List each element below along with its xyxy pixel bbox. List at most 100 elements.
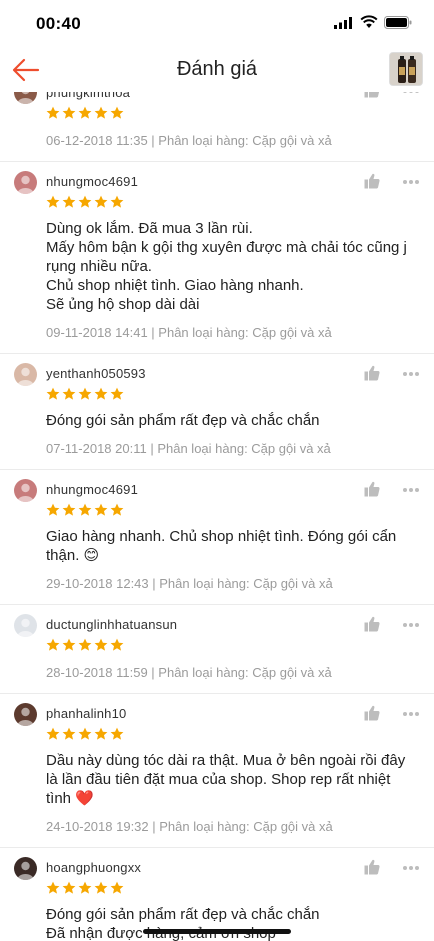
rating-stars <box>46 638 418 654</box>
avatar[interactable] <box>14 857 37 880</box>
avatar[interactable] <box>14 363 37 386</box>
rating-stars <box>46 387 418 403</box>
star-icon <box>78 503 92 516</box>
star-icon <box>78 881 92 894</box>
star-icon <box>46 195 60 208</box>
star-icon <box>62 106 76 119</box>
thumbs-up-icon[interactable] <box>364 481 380 497</box>
meta-separator: | <box>147 325 159 340</box>
review-date: 24-10-2018 19:32 <box>46 819 149 834</box>
review-meta: 28-10-2018 11:59 | Phân loại hàng: Cặp g… <box>46 664 418 681</box>
more-options-icon[interactable] <box>402 179 420 185</box>
review-username[interactable]: yenthanh050593 <box>46 365 418 382</box>
more-options-icon[interactable] <box>402 622 420 628</box>
thumbs-up-icon[interactable] <box>364 859 380 875</box>
star-icon <box>110 638 124 651</box>
star-icon <box>62 881 76 894</box>
review-item: hoangphuongxx Đóng gói sản phẩm rất đẹp … <box>0 848 434 941</box>
thumbs-up-icon[interactable] <box>364 173 380 189</box>
rating-stars <box>46 503 418 519</box>
review-meta: 29-10-2018 12:43 | Phân loại hàng: Cặp g… <box>46 575 418 592</box>
star-icon <box>94 387 108 400</box>
meta-separator: | <box>147 133 159 148</box>
avatar[interactable] <box>14 92 37 104</box>
star-icon <box>110 387 124 400</box>
review-list[interactable]: phungkimthoa 06-12-2018 11:35 | Phân loạ… <box>0 92 434 941</box>
thumbs-up-icon[interactable] <box>364 616 380 632</box>
review-date: 29-10-2018 12:43 <box>46 576 149 591</box>
star-icon <box>78 195 92 208</box>
review-comment: Đóng gói sản phẩm rất đẹp và chắc chắn <box>46 412 320 429</box>
review-comment: Dầu này dùng tóc dài ra thật. Mua ở bên … <box>46 752 406 807</box>
product-bottles-image <box>390 53 422 85</box>
star-icon <box>46 881 60 894</box>
star-icon <box>62 195 76 208</box>
avatar[interactable] <box>14 479 37 502</box>
product-thumbnail[interactable] <box>389 52 423 86</box>
review-item: phanhalinh10 Dầu này dùng tóc dài ra thậ… <box>0 694 434 848</box>
rating-stars <box>46 195 418 211</box>
review-username[interactable]: hoangphuongxx <box>46 859 418 876</box>
meta-separator: | <box>148 819 160 834</box>
more-options-icon[interactable] <box>402 92 420 94</box>
review-username[interactable]: phungkimthoa <box>46 92 418 101</box>
star-icon <box>78 387 92 400</box>
review-username[interactable]: phanhalinh10 <box>46 705 418 722</box>
more-options-icon[interactable] <box>402 487 420 493</box>
review-date: 28-10-2018 11:59 <box>46 665 148 680</box>
review-variation: Phân loại hàng: Cặp gội và xả <box>159 819 333 834</box>
review-item: ductunglinhhatuansun 28-10-2018 11:59 | … <box>0 605 434 694</box>
star-icon <box>110 503 124 516</box>
meta-separator: | <box>147 665 159 680</box>
review-item: nhungmoc4691 Giao hàng nhanh. Chủ shop n… <box>0 470 434 605</box>
star-icon <box>94 638 108 651</box>
meta-separator: | <box>146 441 158 456</box>
avatar-image <box>14 479 37 502</box>
status-time: 00:40 <box>36 14 81 33</box>
rating-stars <box>46 881 418 897</box>
avatar-image <box>14 703 37 726</box>
star-icon <box>110 195 124 208</box>
star-icon <box>78 638 92 651</box>
review-date: 09-11-2018 14:41 <box>46 325 148 340</box>
star-icon <box>94 106 108 119</box>
review-item: nhungmoc4691 Dùng ok lắm. Đã mua 3 lần r… <box>0 162 434 354</box>
avatar-image <box>14 614 37 637</box>
rating-stars <box>46 727 418 743</box>
review-variation: Phân loại hàng: Cặp gội và xả <box>158 325 332 340</box>
review-username[interactable]: ductunglinhhatuansun <box>46 616 418 633</box>
avatar[interactable] <box>14 171 37 194</box>
star-icon <box>46 638 60 651</box>
status-bar: 00:40 <box>0 0 434 48</box>
avatar-image <box>14 92 37 104</box>
thumbs-up-icon[interactable] <box>364 365 380 381</box>
wifi-icon <box>360 15 378 28</box>
review-comment: Đóng gói sản phẩm rất đẹp và chắc chắn Đ… <box>46 906 320 941</box>
review-username[interactable]: nhungmoc4691 <box>46 173 418 190</box>
avatar[interactable] <box>14 703 37 726</box>
review-meta: 07-11-2018 20:11 | Phân loại hàng: Cặp g… <box>46 440 418 457</box>
cellular-signal-icon <box>334 17 352 29</box>
more-options-icon[interactable] <box>402 865 420 871</box>
star-icon <box>62 503 76 516</box>
star-icon <box>94 503 108 516</box>
star-icon <box>62 727 76 740</box>
review-item: phungkimthoa 06-12-2018 11:35 | Phân loạ… <box>0 92 434 162</box>
review-item: yenthanh050593 Đóng gói sản phẩm rất đẹp… <box>0 354 434 470</box>
review-username[interactable]: nhungmoc4691 <box>46 481 418 498</box>
star-icon <box>110 106 124 119</box>
star-icon <box>78 106 92 119</box>
star-icon <box>110 881 124 894</box>
star-icon <box>62 387 76 400</box>
thumbs-up-icon[interactable] <box>364 705 380 721</box>
more-options-icon[interactable] <box>402 371 420 377</box>
star-icon <box>94 881 108 894</box>
review-meta: 06-12-2018 11:35 | Phân loại hàng: Cặp g… <box>46 132 418 149</box>
review-date: 06-12-2018 11:35 <box>46 133 148 148</box>
avatar[interactable] <box>14 614 37 637</box>
star-icon <box>94 727 108 740</box>
navigation-bar: Đánh giá <box>0 48 434 92</box>
review-meta: 09-11-2018 14:41 | Phân loại hàng: Cặp g… <box>46 324 418 341</box>
more-options-icon[interactable] <box>402 711 420 717</box>
thumbs-up-icon[interactable] <box>364 92 380 98</box>
